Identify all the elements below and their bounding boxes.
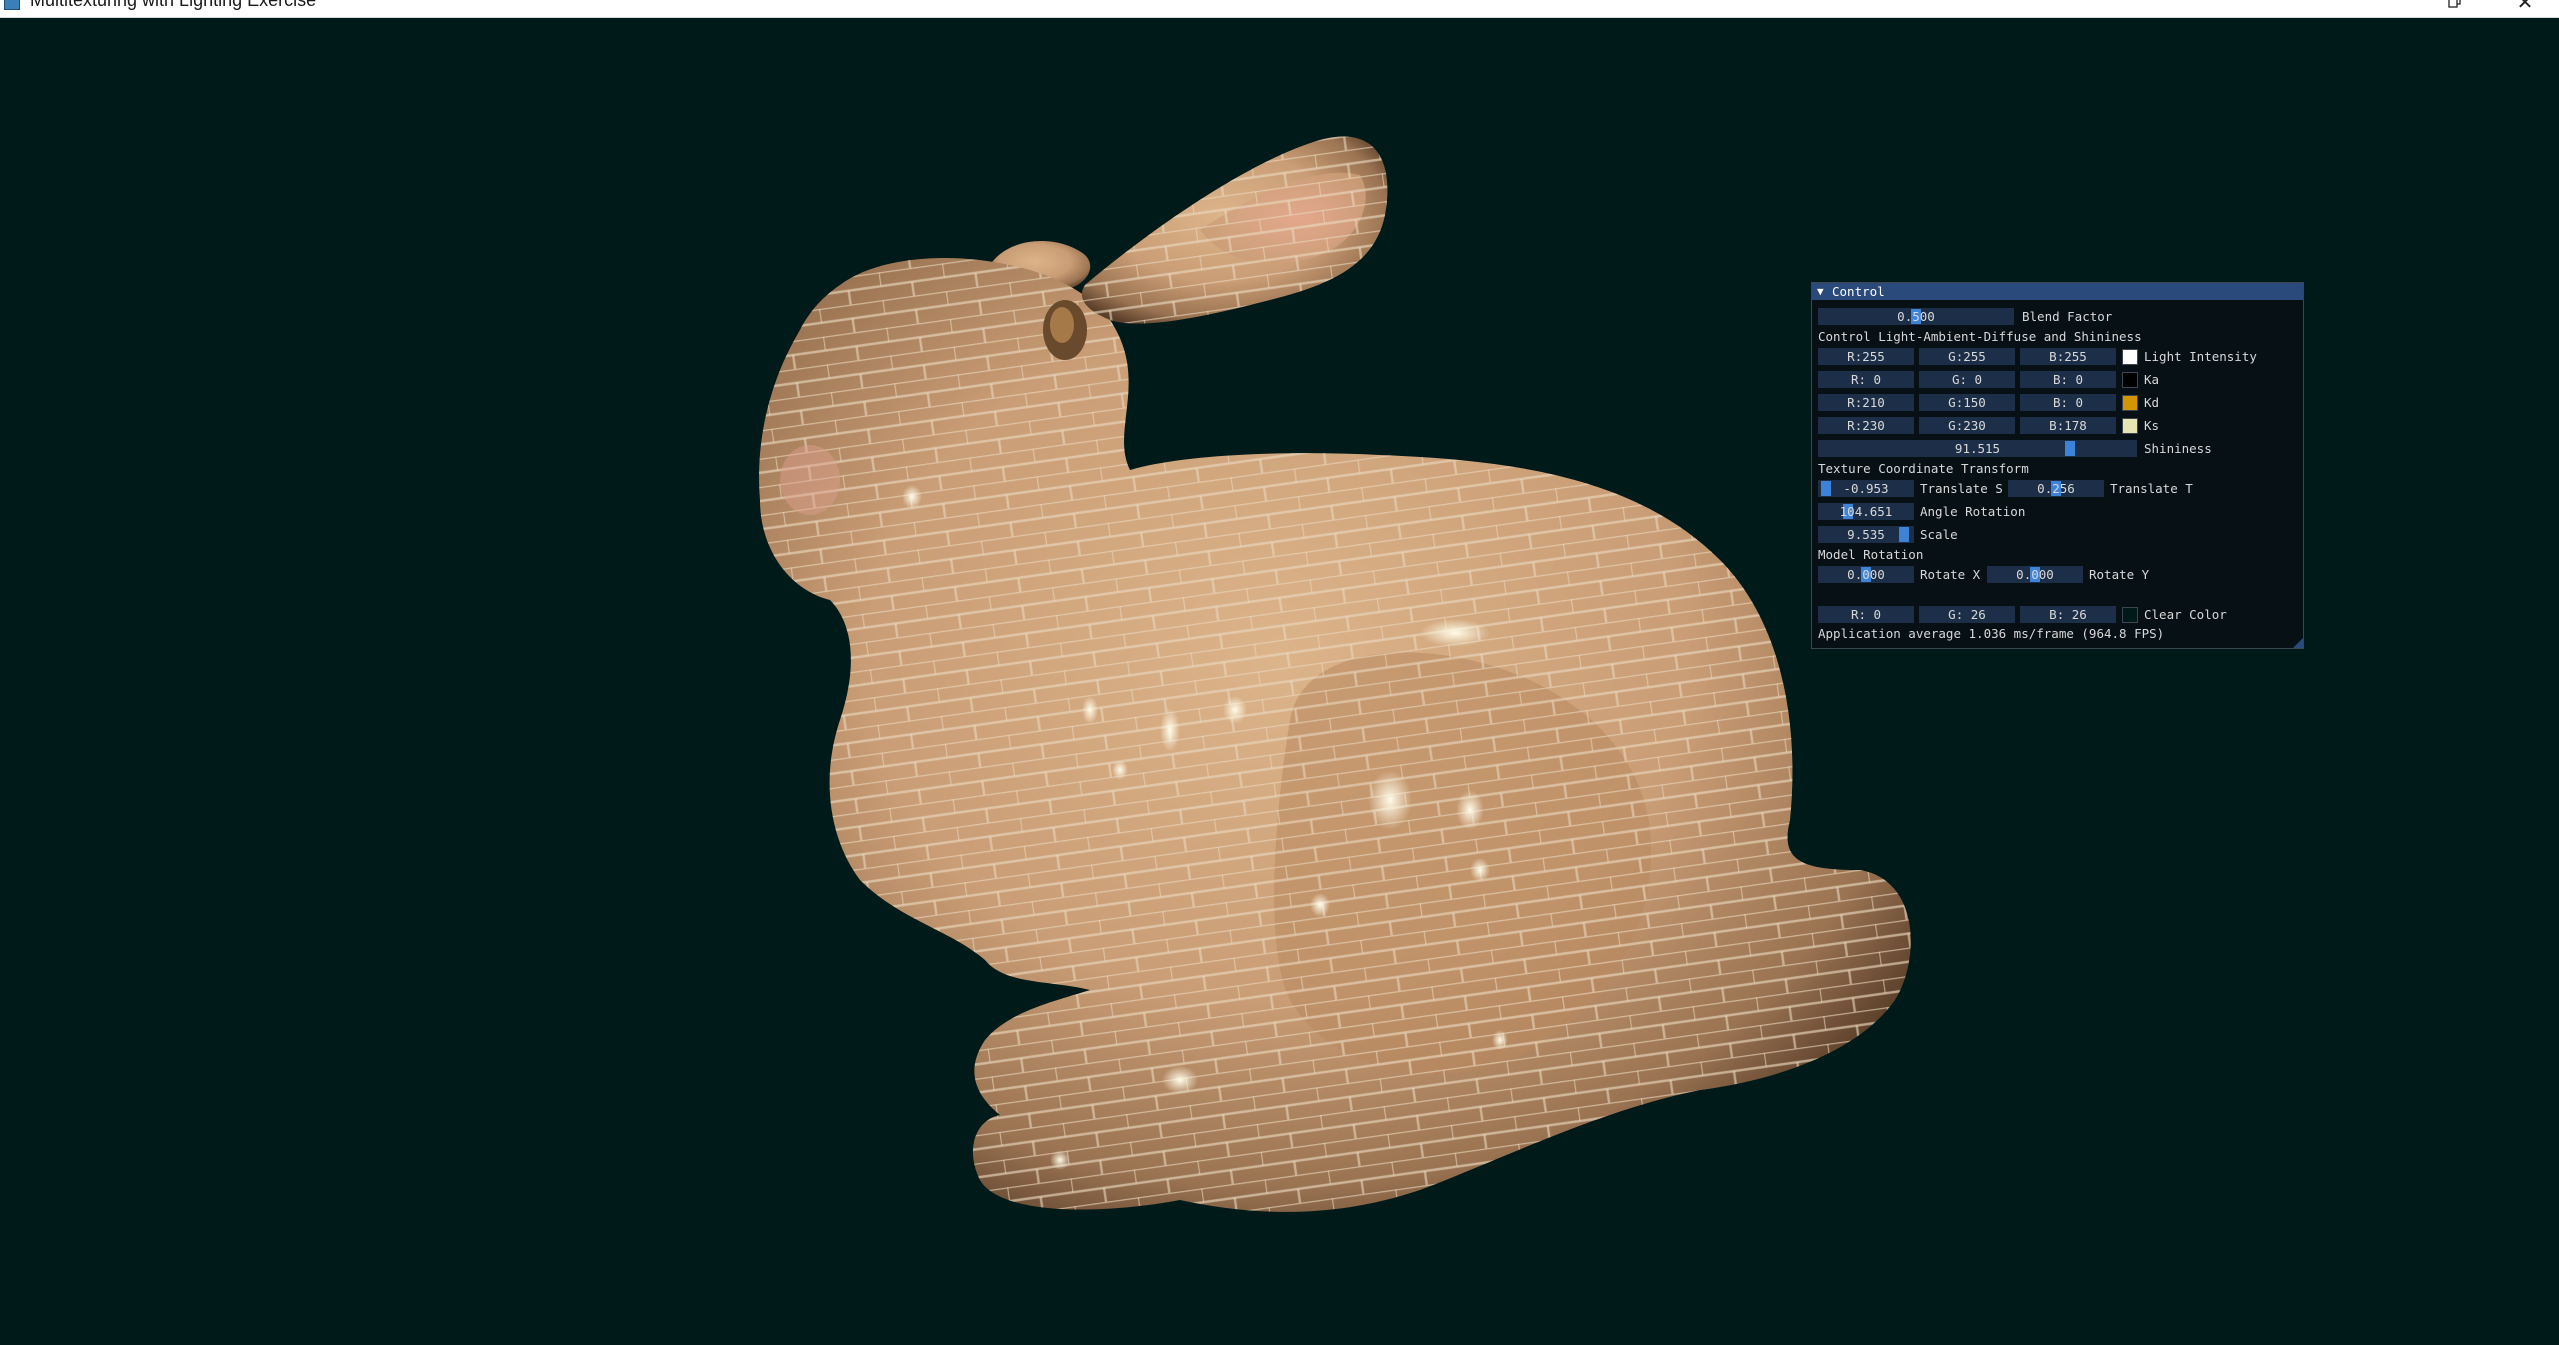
translate-t-slider[interactable]: 0.256 <box>2008 480 2104 497</box>
close-icon: ✕ <box>2516 0 2534 14</box>
bunny-render <box>759 136 1911 1212</box>
color-swatch[interactable] <box>2122 418 2138 434</box>
collapse-arrow-icon[interactable]: ▼ <box>1817 283 1824 300</box>
slider-grab[interactable] <box>2064 441 2075 456</box>
scale-label: Scale <box>1920 527 1958 542</box>
color-label: Ka <box>2144 372 2160 387</box>
blend-factor-slider[interactable]: 0.500 <box>1818 308 2014 325</box>
title-bar: Multitexturing with Lighting Exercise ✕ <box>0 0 2559 18</box>
resize-grip[interactable] <box>2293 638 2303 648</box>
color-row-ks: R:230 G:230 B:178 Ks <box>1812 417 2303 435</box>
panel-title: Control <box>1832 284 1885 299</box>
shininess-slider[interactable]: 91.515 <box>1818 440 2137 457</box>
r-drag[interactable]: R: 0 <box>1818 606 1914 623</box>
r-drag[interactable]: R:210 <box>1818 394 1914 411</box>
g-drag[interactable]: G:255 <box>1919 348 2015 365</box>
b-drag[interactable]: B: 0 <box>2020 371 2116 388</box>
g-drag[interactable]: G:150 <box>1919 394 2015 411</box>
close-button[interactable]: ✕ <box>2505 0 2545 16</box>
g-drag[interactable]: G: 0 <box>1919 371 2015 388</box>
clear-color-row: R: 0 G: 26 B: 26 Clear Color <box>1812 606 2303 624</box>
r-drag[interactable]: R: 0 <box>1818 371 1914 388</box>
color-label: Kd <box>2144 395 2160 410</box>
translate-s-label: Translate S <box>1920 481 2003 496</box>
slider-grab[interactable] <box>1820 481 1831 496</box>
bunny-nose <box>780 445 840 515</box>
color-row-ka: R: 0 G: 0 B: 0 Ka <box>1812 371 2303 389</box>
app-icon <box>4 0 20 10</box>
translate-row: -0.953 Translate S 0.256 Translate T <box>1812 480 2303 498</box>
shininess-label: Shininess <box>2144 441 2212 456</box>
scale-row: 9.535 Scale <box>1812 526 2303 544</box>
color-swatch[interactable] <box>2122 395 2138 411</box>
b-drag[interactable]: B: 0 <box>2020 394 2116 411</box>
translate-t-label: Translate T <box>2110 481 2193 496</box>
angle-rotation-slider[interactable]: 104.651 <box>1818 503 1914 520</box>
restore-button[interactable] <box>2435 0 2475 16</box>
rotate-x-label: Rotate X <box>1920 567 1981 582</box>
shininess-row: 91.515 Shininess <box>1812 440 2303 458</box>
b-drag[interactable]: B:255 <box>2020 348 2116 365</box>
b-drag[interactable]: B: 26 <box>2020 606 2116 623</box>
front-ear <box>1081 136 1388 324</box>
color-row-light: R:255 G:255 B:255 Light Intensity <box>1812 348 2303 366</box>
r-drag[interactable]: R:230 <box>1818 417 1914 434</box>
g-drag[interactable]: G:230 <box>1919 417 2015 434</box>
model-rotation-header: Model Rotation <box>1818 547 1924 562</box>
scale-slider[interactable]: 9.535 <box>1818 526 1914 543</box>
blend-factor-label: Blend Factor <box>2022 309 2113 324</box>
translate-s-slider[interactable]: -0.953 <box>1818 480 1914 497</box>
color-label: Light Intensity <box>2144 349 2257 364</box>
color-row-kd: R:210 G:150 B: 0 Kd <box>1812 394 2303 412</box>
clear-color-label: Clear Color <box>2144 607 2227 622</box>
control-panel: ▼ Control 0.500 Blend Factor Control Lig… <box>1811 282 2304 649</box>
bunny-eye <box>1043 300 1087 360</box>
rotate-y-label: Rotate Y <box>2089 567 2150 582</box>
angle-row: 104.651 Angle Rotation <box>1812 503 2303 521</box>
restore-icon <box>2448 0 2461 8</box>
angle-rotation-label: Angle Rotation <box>1920 504 2026 519</box>
rotate-row: 0.000 Rotate X 0.000 Rotate Y <box>1812 566 2303 584</box>
panel-header[interactable]: ▼ Control <box>1812 283 2303 300</box>
blend-factor-row: 0.500 Blend Factor <box>1812 308 2303 326</box>
r-drag[interactable]: R:255 <box>1818 348 1914 365</box>
slider-grab[interactable] <box>1898 527 1909 542</box>
rotate-y-slider[interactable]: 0.000 <box>1987 566 2083 583</box>
color-swatch[interactable] <box>2122 372 2138 388</box>
fps-stats: Application average 1.036 ms/frame (964.… <box>1818 626 2165 641</box>
texture-header: Texture Coordinate Transform <box>1818 461 2029 476</box>
color-swatch[interactable] <box>2122 349 2138 365</box>
color-label: Ks <box>2144 418 2160 433</box>
g-drag[interactable]: G: 26 <box>1919 606 2015 623</box>
lighting-header: Control Light-Ambient-Diffuse and Shinin… <box>1818 329 2142 344</box>
render-viewport[interactable] <box>0 18 2559 1345</box>
b-drag[interactable]: B:178 <box>2020 417 2116 434</box>
window-title: Multitexturing with Lighting Exercise <box>30 0 317 10</box>
rotate-x-slider[interactable]: 0.000 <box>1818 566 1914 583</box>
color-swatch[interactable] <box>2122 607 2138 623</box>
